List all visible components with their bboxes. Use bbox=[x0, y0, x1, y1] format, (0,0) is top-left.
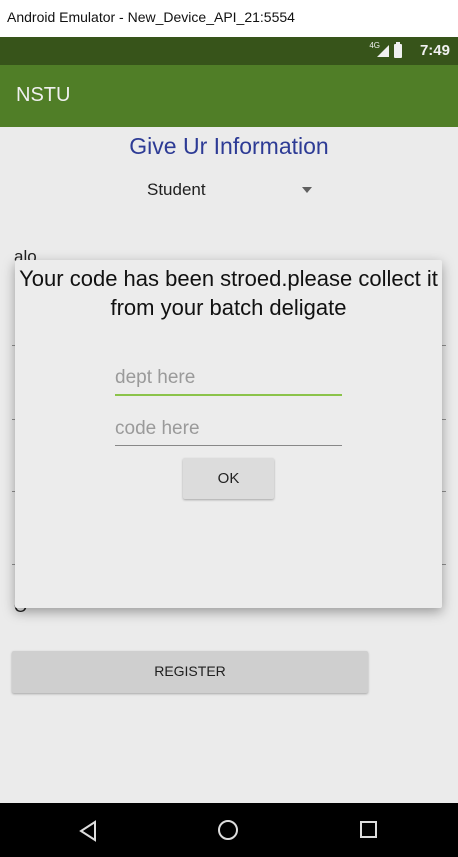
dialog-message: Your code has been stroed.please collect… bbox=[19, 266, 438, 320]
ok-button[interactable]: OK bbox=[183, 458, 274, 499]
code-input[interactable] bbox=[115, 412, 342, 446]
home-icon[interactable] bbox=[218, 820, 238, 840]
window-title-bar: Android Emulator - New_Device_API_21:555… bbox=[0, 0, 458, 37]
navigation-bar bbox=[0, 803, 458, 857]
window-title: Android Emulator - New_Device_API_21:555… bbox=[7, 9, 295, 25]
phone-screen: 4G 7:49 NSTU Give Ur Information Student… bbox=[0, 37, 458, 803]
back-icon[interactable] bbox=[79, 820, 97, 842]
ok-button-label: OK bbox=[217, 470, 240, 487]
recents-icon[interactable] bbox=[360, 821, 377, 838]
dept-input[interactable] bbox=[115, 362, 342, 396]
code-dialog: Your code has been stroed.please collect… bbox=[15, 260, 442, 608]
